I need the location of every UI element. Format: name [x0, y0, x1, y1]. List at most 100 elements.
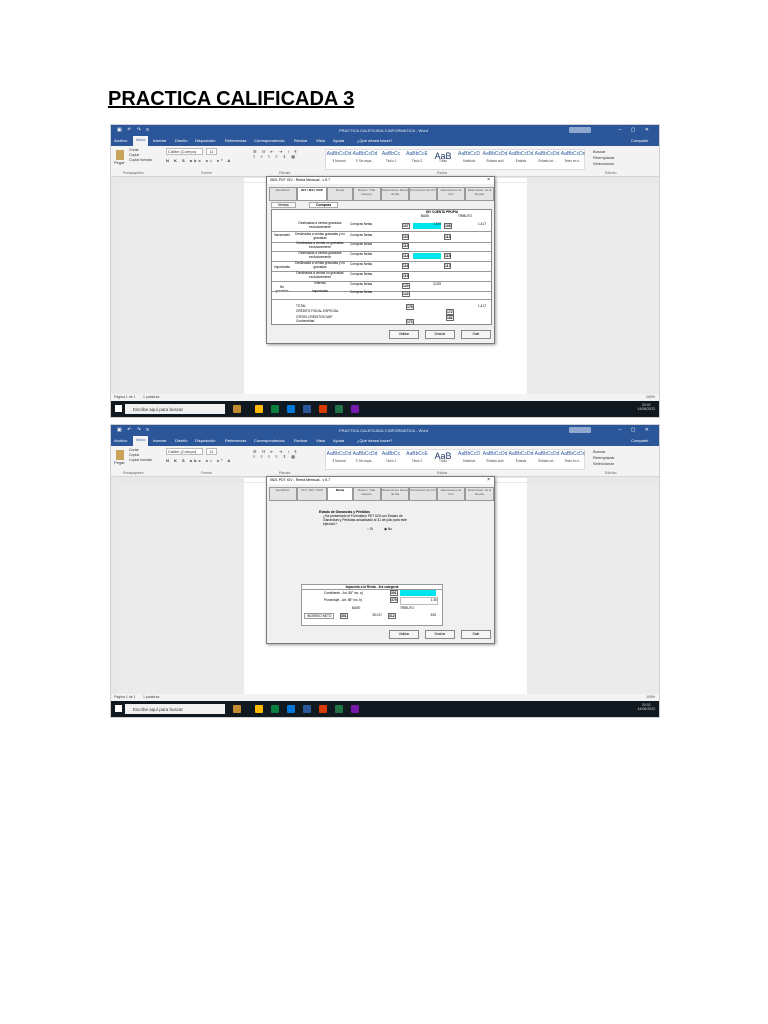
- tab-insertar[interactable]: Insertar: [153, 438, 167, 443]
- edge-icon[interactable]: [287, 705, 295, 713]
- dialog-close-button[interactable]: ×: [487, 177, 490, 183]
- font-name-select[interactable]: Calibri (Cuerpo): [166, 448, 204, 455]
- style-enfasis-sutil[interactable]: AaBbCcDd Énfasis sutil: [482, 451, 508, 463]
- tributo-value[interactable]: 1,417: [454, 222, 486, 227]
- tab-correspondencia[interactable]: Correspondencia: [254, 438, 284, 443]
- tab-retenc-5ta[interactable]: Retenciones Renta de 5ta: [381, 187, 409, 201]
- vertical-ruler[interactable]: [111, 483, 119, 693]
- style-titulo-1[interactable]: AaBbCc Título 1: [378, 451, 404, 463]
- tab-archivo[interactable]: Archivo: [114, 438, 127, 443]
- style-texto-negrita[interactable]: AaBbCcDc Texto en n...: [560, 451, 586, 463]
- coeficiente-input[interactable]: [400, 590, 436, 596]
- opera-icon[interactable]: [319, 705, 327, 713]
- tab-percepcion[interactable]: Percepción de IGV: [409, 187, 437, 201]
- quick-access-icons[interactable]: ▣ ↶ ↷ ≡: [117, 127, 151, 133]
- tab-diseno[interactable]: Diseño: [175, 438, 187, 443]
- tab-vista[interactable]: Vista: [316, 138, 325, 143]
- share-button[interactable]: Compartir: [631, 438, 649, 443]
- base-value[interactable]: 7,879: [413, 222, 441, 227]
- windows-start-icon[interactable]: [115, 405, 122, 412]
- zoom-level[interactable]: 100%: [646, 695, 655, 699]
- share-button[interactable]: Compartir: [631, 138, 649, 143]
- tab-retenciones-igv[interactable]: Retenciones de IGV: [437, 187, 465, 201]
- paragraph-buttons[interactable]: ☰ ☷ ⇤ ⇥ ↕ ¶ ≡ ≡ ≡ ≡ ⇕ ▦: [253, 449, 299, 459]
- tab-disposicion[interactable]: Disposición: [195, 438, 215, 443]
- file-explorer-icon[interactable]: [255, 705, 263, 713]
- account-badge[interactable]: [569, 427, 591, 433]
- tab-inicio[interactable]: Inicio: [133, 436, 149, 446]
- grabar-button[interactable]: Grabar: [425, 330, 455, 339]
- style-sin-espaciado[interactable]: AaBbCcDd ¶ Sin espa...: [352, 451, 378, 463]
- style-titulo-2[interactable]: AaBbCcE Título 2: [404, 451, 430, 463]
- style-enfasis-intenso[interactable]: AaBbCcDd Énfasis int...: [534, 451, 560, 463]
- window-controls[interactable]: – ▢ ✕: [619, 127, 653, 133]
- validar-button[interactable]: Validar: [389, 630, 419, 639]
- vertical-ruler[interactable]: [111, 183, 119, 393]
- style-enfasis[interactable]: AaBbCcDd Énfasis: [508, 451, 534, 463]
- style-subtitulo[interactable]: AaBbCcD Subtítulo: [456, 151, 482, 163]
- paste-button[interactable]: Pegar: [114, 150, 125, 165]
- base-value[interactable]: 3,029: [413, 282, 441, 287]
- chrome-icon[interactable]: [271, 405, 279, 413]
- word-icon[interactable]: [303, 405, 311, 413]
- paste-button[interactable]: Pegar: [114, 450, 125, 465]
- select-button[interactable]: Seleccionar: [593, 461, 615, 467]
- tab-retenc-5ta[interactable]: Retenciones Renta de 5ta: [381, 487, 409, 501]
- taskbar-search[interactable]: Escribe aquí para buscar: [125, 404, 225, 414]
- font-size-select[interactable]: 11: [206, 448, 217, 455]
- tab-revisar[interactable]: Revisar: [294, 438, 308, 443]
- style-titulo-1[interactable]: AaBbCc Título 1: [378, 151, 404, 163]
- subtab-ventas[interactable]: Ventas: [271, 202, 296, 208]
- tab-referencias[interactable]: Referencias: [225, 438, 246, 443]
- style-titulo[interactable]: AaB Título: [430, 151, 456, 163]
- tab-insertar[interactable]: Insertar: [153, 138, 167, 143]
- tab-identificacion[interactable]: Identificac.: [269, 187, 297, 201]
- format-painter-button[interactable]: Copiar formato: [129, 158, 152, 163]
- excel-icon[interactable]: [335, 405, 343, 413]
- style-enfasis-sutil[interactable]: AaBbCcDd Énfasis sutil: [482, 151, 508, 163]
- ingreso-neto-value[interactable]: 35,017: [352, 613, 382, 617]
- porcentaje-value[interactable]: 1.50: [400, 597, 438, 605]
- tab-inicio[interactable]: Inicio: [133, 136, 149, 146]
- app-icon[interactable]: [233, 705, 241, 713]
- style-enfasis-intenso[interactable]: AaBbCcDd Énfasis int...: [534, 151, 560, 163]
- tab-vista[interactable]: Vista: [316, 438, 325, 443]
- tab-diseno[interactable]: Diseño: [175, 138, 187, 143]
- font-format-buttons[interactable]: N K S abc x₂ x² A: [166, 158, 232, 163]
- radio-si[interactable]: ○ Sí: [367, 527, 373, 531]
- style-texto-negrita[interactable]: AaBbCcDc Texto en n...: [560, 151, 586, 163]
- salir-button[interactable]: Salir: [461, 630, 491, 639]
- style-enfasis[interactable]: AaBbCcDd Énfasis: [508, 151, 534, 163]
- taskbar-clock[interactable]: 20:02 14/06/2023: [637, 703, 655, 711]
- edge-icon[interactable]: [287, 405, 295, 413]
- style-titulo[interactable]: AaB Título: [430, 451, 456, 463]
- tab-referencias[interactable]: Referencias: [225, 138, 246, 143]
- style-normal[interactable]: AaBbCcDd ¶ Normal: [326, 151, 352, 163]
- font-size-select[interactable]: 11: [206, 148, 217, 155]
- quick-access-icons[interactable]: ▣ ↶ ↷ ≡: [117, 427, 151, 433]
- account-badge[interactable]: [569, 127, 591, 133]
- windows-start-icon[interactable]: [115, 705, 122, 712]
- tab-ayuda[interactable]: Ayuda: [333, 138, 344, 143]
- font-name-select[interactable]: Calibri (Cuerpo): [166, 148, 204, 155]
- tab-determinacion[interactable]: Determinac. de la Deuda: [465, 187, 494, 201]
- format-painter-button[interactable]: Copiar formato: [129, 458, 152, 463]
- app-icon-2[interactable]: [351, 405, 359, 413]
- style-normal[interactable]: AaBbCcDd ¶ Normal: [326, 451, 352, 463]
- tab-correspondencia[interactable]: Correspondencia: [254, 138, 284, 143]
- tab-determinacion[interactable]: Determinac. de la Deuda: [465, 487, 494, 501]
- tributo-value[interactable]: 525: [400, 613, 436, 617]
- tab-renta[interactable]: Renta: [327, 487, 353, 501]
- style-sin-espaciado[interactable]: AaBbCcDd ¶ Sin espa...: [352, 151, 378, 163]
- tab-ayuda[interactable]: Ayuda: [333, 438, 344, 443]
- chrome-icon[interactable]: [271, 705, 279, 713]
- opera-icon[interactable]: [319, 405, 327, 413]
- dialog-close-button[interactable]: ×: [487, 477, 490, 483]
- validar-button[interactable]: Validar: [389, 330, 419, 339]
- app-icon-2[interactable]: [351, 705, 359, 713]
- grabar-button[interactable]: Grabar: [425, 630, 455, 639]
- font-format-buttons[interactable]: N K S abc x₂ x² A: [166, 458, 232, 463]
- tell-me-search[interactable]: ¿Qué desea hacer?: [357, 138, 392, 143]
- tab-igv[interactable]: IGV / IEV / IVAP: [297, 187, 327, 201]
- tab-percepcion[interactable]: Percepción de IGV: [409, 487, 437, 501]
